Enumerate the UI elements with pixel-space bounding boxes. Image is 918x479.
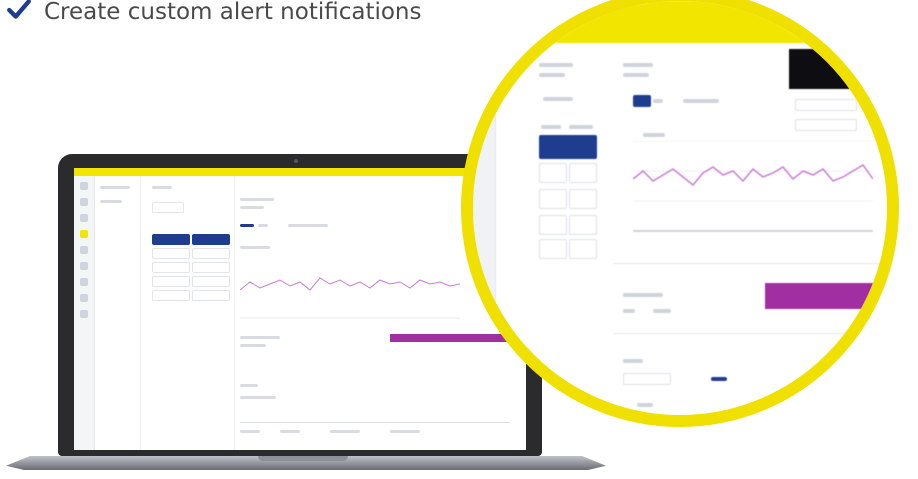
mag-device-button[interactable] bbox=[539, 189, 567, 209]
mag-tab[interactable] bbox=[653, 99, 663, 103]
mag-section-meta bbox=[623, 309, 635, 313]
mag-table-filter[interactable] bbox=[623, 373, 671, 385]
mag-divider bbox=[613, 333, 887, 334]
chart-label-line bbox=[240, 246, 270, 249]
mag-device-button[interactable] bbox=[569, 189, 597, 209]
magnifier-circle bbox=[461, 0, 899, 427]
webcam-icon bbox=[294, 159, 298, 163]
mag-list-header bbox=[569, 125, 593, 129]
mag-main-title bbox=[623, 63, 653, 67]
device-pill[interactable] bbox=[192, 290, 230, 301]
line-chart bbox=[240, 277, 460, 319]
app-nav-panel bbox=[94, 176, 141, 450]
app-icon-rail bbox=[74, 176, 95, 450]
selected-device-pill[interactable] bbox=[152, 234, 190, 245]
mag-list-header bbox=[541, 125, 561, 129]
device-list-panel bbox=[144, 176, 235, 450]
mag-dropdown[interactable] bbox=[795, 119, 857, 131]
mag-table-link[interactable] bbox=[637, 403, 653, 407]
mag-device-button[interactable] bbox=[539, 239, 567, 259]
rail-icon-active[interactable] bbox=[80, 230, 88, 238]
table-divider bbox=[240, 422, 510, 423]
mag-main-subtitle bbox=[623, 73, 649, 77]
mag-dropdown[interactable] bbox=[795, 99, 857, 111]
mag-device-button[interactable] bbox=[539, 215, 567, 235]
tab[interactable] bbox=[288, 224, 328, 227]
laptop-screen bbox=[74, 168, 526, 450]
tab[interactable] bbox=[258, 224, 268, 227]
active-tab[interactable] bbox=[240, 224, 254, 227]
mag-activity-bar bbox=[765, 283, 887, 309]
mag-tab[interactable] bbox=[683, 99, 719, 103]
rail-icon[interactable] bbox=[80, 262, 88, 270]
feature-caption: Create custom alert notifications bbox=[6, 0, 422, 30]
mag-table-title bbox=[623, 359, 643, 363]
mag-divider bbox=[613, 263, 887, 264]
rail-icon[interactable] bbox=[80, 214, 88, 222]
mag-device-button[interactable] bbox=[569, 239, 597, 259]
rail-icon[interactable] bbox=[80, 182, 88, 190]
main-title-line bbox=[240, 198, 274, 201]
table-cell bbox=[390, 430, 420, 433]
mag-panel-subtitle bbox=[539, 73, 565, 77]
rail-icon[interactable] bbox=[80, 198, 88, 206]
mag-section-title bbox=[623, 293, 663, 297]
mag-section-meta bbox=[653, 309, 671, 313]
device-pill[interactable] bbox=[152, 276, 190, 287]
mag-selected-device[interactable] bbox=[539, 135, 597, 159]
table-cell bbox=[280, 430, 300, 433]
nav-line bbox=[100, 200, 122, 203]
mag-status-card bbox=[789, 49, 887, 89]
selected-device-pill[interactable] bbox=[192, 234, 230, 245]
section-line bbox=[240, 344, 266, 347]
mag-filter-link[interactable] bbox=[543, 97, 573, 101]
section-heading-line bbox=[240, 336, 280, 339]
magnified-icon-rail bbox=[473, 43, 496, 415]
mag-chart-label bbox=[643, 133, 665, 137]
mag-active-tab[interactable] bbox=[633, 95, 651, 107]
device-pill[interactable] bbox=[192, 248, 230, 259]
rail-icon[interactable] bbox=[80, 246, 88, 254]
table-cell bbox=[240, 430, 260, 433]
mag-device-button[interactable] bbox=[569, 215, 597, 235]
mag-device-button[interactable] bbox=[569, 163, 597, 183]
rail-icon[interactable] bbox=[80, 278, 88, 286]
rail-icon[interactable] bbox=[80, 310, 88, 318]
device-pill[interactable] bbox=[152, 248, 190, 259]
filter-pill[interactable] bbox=[152, 202, 184, 213]
device-pill[interactable] bbox=[152, 290, 190, 301]
device-pill[interactable] bbox=[192, 276, 230, 287]
mag-line-chart bbox=[633, 141, 873, 232]
rail-icon[interactable] bbox=[80, 294, 88, 302]
caption-text: Create custom alert notifications bbox=[44, 0, 422, 25]
mag-panel-title bbox=[539, 63, 573, 67]
magnified-screen bbox=[473, 1, 899, 424]
app-topbar bbox=[74, 168, 526, 176]
device-pill[interactable] bbox=[152, 262, 190, 273]
table-cell bbox=[330, 430, 360, 433]
table-heading-line bbox=[240, 384, 258, 387]
panel-heading-line bbox=[152, 186, 172, 189]
laptop-notch bbox=[258, 456, 348, 461]
mag-device-button[interactable] bbox=[539, 163, 567, 183]
mag-table-divider bbox=[623, 423, 899, 424]
main-subtitle-line bbox=[240, 206, 264, 209]
mag-table-link[interactable] bbox=[711, 377, 727, 381]
table-filter-line[interactable] bbox=[240, 396, 276, 399]
magnified-topbar bbox=[473, 1, 887, 43]
checkmark-icon bbox=[6, 0, 32, 28]
nav-line bbox=[100, 186, 130, 189]
device-pill[interactable] bbox=[192, 262, 230, 273]
